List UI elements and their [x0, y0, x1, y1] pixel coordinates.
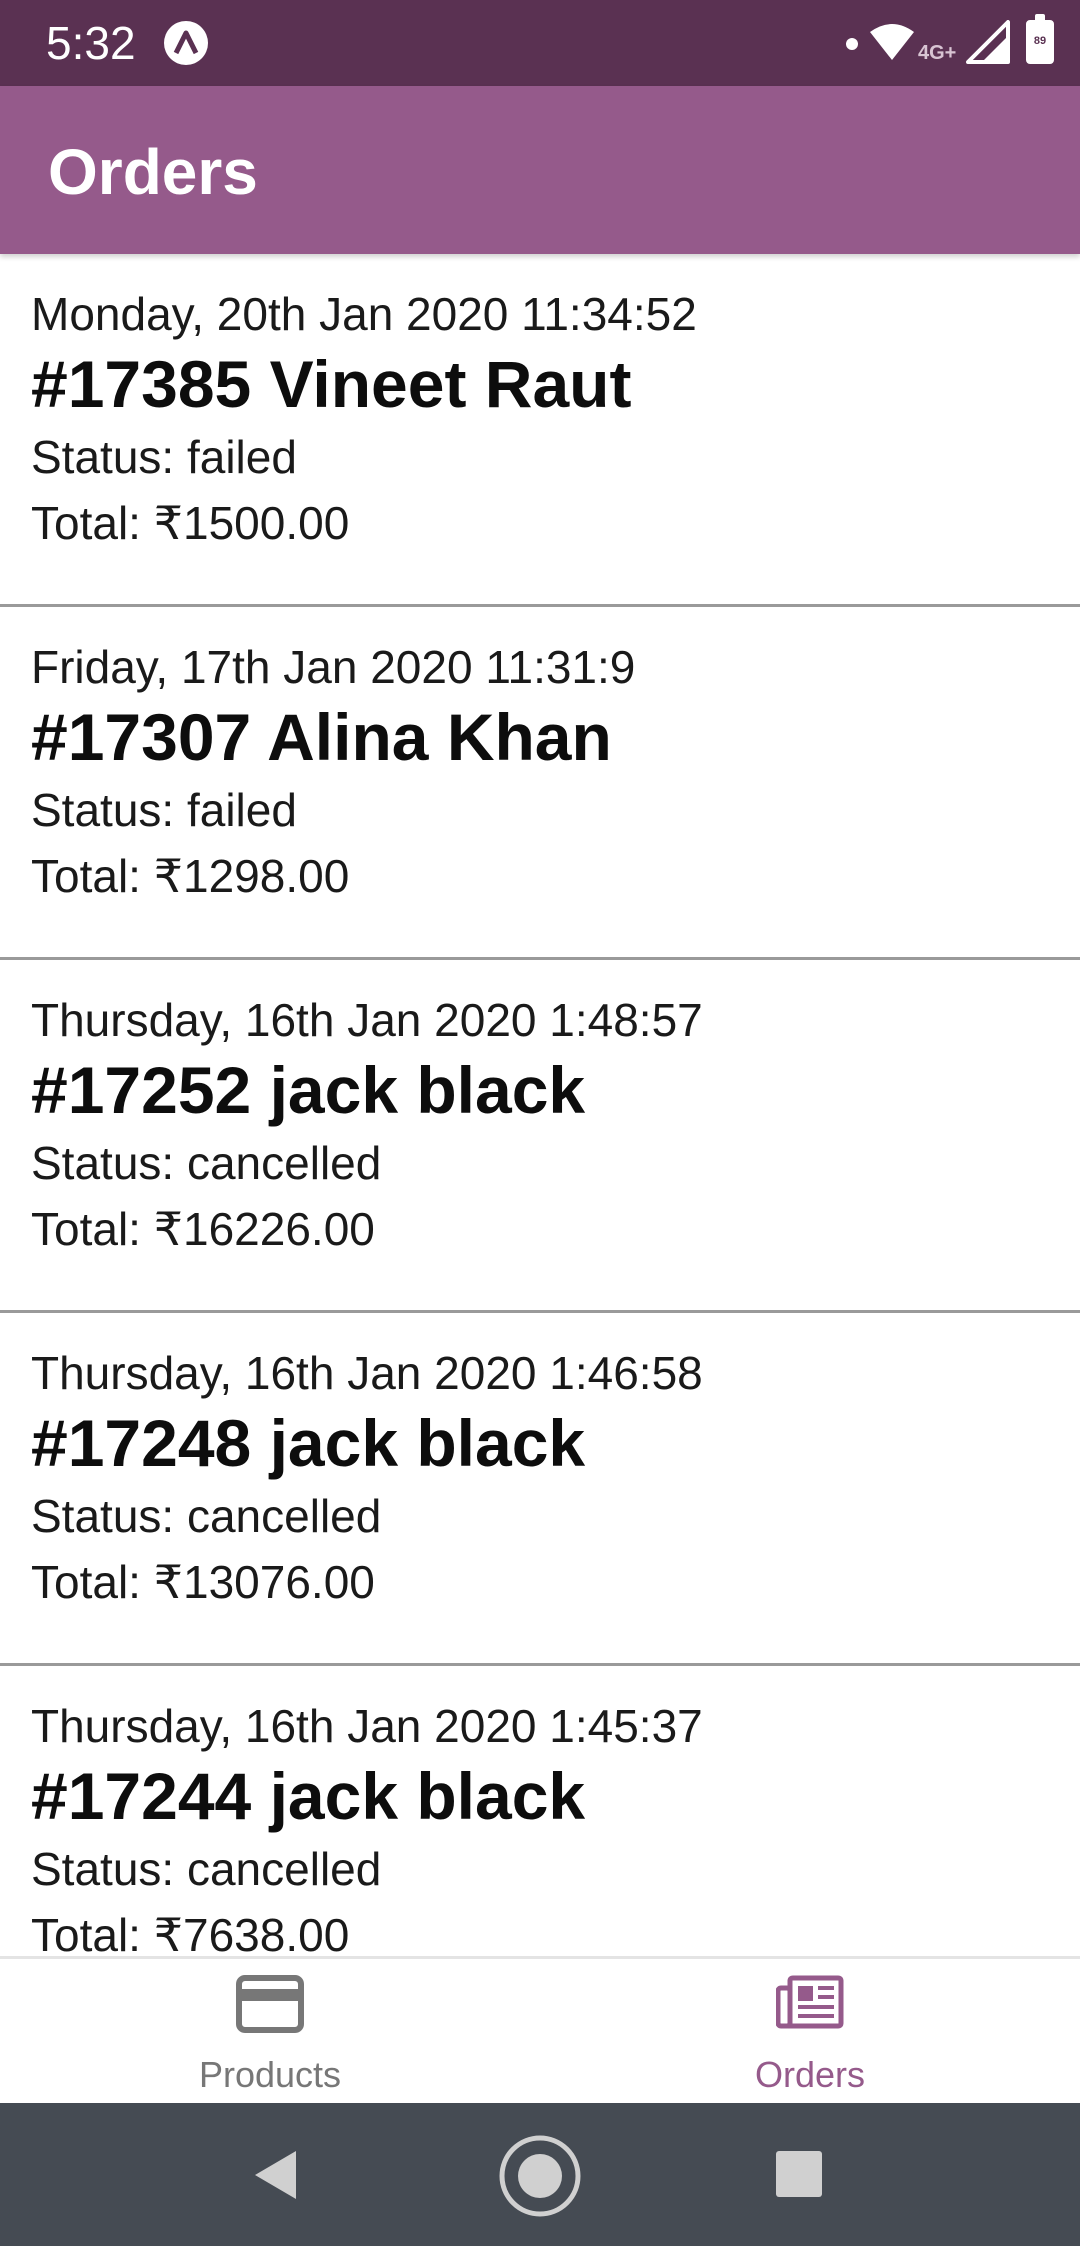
order-title: #17385 Vineet Raut [31, 347, 632, 421]
order-total: Total: ₹1500.00 [31, 497, 350, 549]
order-total: Total: ₹13076.00 [31, 1556, 375, 1608]
order-list-item[interactable]: Monday, 20th Jan 2020 11:34:52 #17385 Vi… [0, 254, 1080, 607]
wifi-icon [870, 24, 914, 60]
order-status: Status: cancelled [31, 1490, 382, 1542]
orders-list[interactable]: Monday, 20th Jan 2020 11:34:52 #17385 Vi… [0, 254, 1080, 1956]
newspaper-icon [776, 1975, 844, 2029]
order-total: Total: ₹1298.00 [31, 850, 350, 902]
tab-products-label: Products [198, 2054, 342, 2095]
system-navigation-bar [0, 2103, 1080, 2246]
order-list-item[interactable]: Friday, 17th Jan 2020 11:31:9 #17307 Ali… [0, 607, 1080, 960]
order-title: #17248 jack black [31, 1406, 586, 1480]
order-status: Status: failed [31, 784, 297, 836]
battery-icon: 89 [1026, 14, 1054, 64]
order-title: #17307 Alina Khan [31, 700, 612, 774]
status-time: 5:32 [46, 17, 136, 69]
order-date: Thursday, 16th Jan 2020 1:46:58 [31, 1347, 703, 1399]
order-list-item[interactable]: Thursday, 16th Jan 2020 1:46:58 #17248 j… [0, 1313, 1080, 1666]
order-list-item[interactable]: Thursday, 16th Jan 2020 1:48:57 #17252 j… [0, 960, 1080, 1313]
order-status: Status: failed [31, 431, 297, 483]
credit-card-icon [236, 1975, 304, 2033]
order-status: Status: cancelled [31, 1843, 382, 1895]
app-bar: Orders [0, 86, 1080, 254]
status-bar: 5:32 4G+ 89 [0, 0, 1080, 86]
signal-icon [966, 20, 1010, 64]
order-date: Thursday, 16th Jan 2020 1:45:37 [31, 1700, 703, 1752]
order-total: Total: ₹16226.00 [31, 1203, 375, 1255]
page-title: Orders [48, 136, 258, 208]
notification-dot-icon [846, 38, 858, 50]
recents-icon[interactable] [776, 2151, 822, 2197]
tab-orders[interactable]: Orders [540, 1959, 1080, 2103]
order-date: Monday, 20th Jan 2020 11:34:52 [31, 288, 697, 340]
network-type-label: 4G+ [918, 42, 957, 64]
tab-orders-label: Orders [754, 2054, 866, 2095]
order-title: #17244 jack black [31, 1759, 586, 1833]
order-total: Total: ₹7638.00 [31, 1909, 350, 1956]
home-icon[interactable] [497, 2133, 583, 2219]
order-title: #17252 jack black [31, 1053, 586, 1127]
back-icon[interactable] [252, 2149, 298, 2201]
order-status: Status: cancelled [31, 1137, 382, 1189]
app-notification-icon [164, 21, 208, 65]
bottom-navigation: Products Orders [0, 1956, 1080, 2103]
tab-products[interactable]: Products [0, 1959, 540, 2103]
battery-level: 89 [1033, 35, 1047, 47]
order-list-item[interactable]: Thursday, 16th Jan 2020 1:45:37 #17244 j… [0, 1666, 1080, 1956]
order-date: Friday, 17th Jan 2020 11:31:9 [31, 641, 636, 693]
order-date: Thursday, 16th Jan 2020 1:48:57 [31, 994, 703, 1046]
